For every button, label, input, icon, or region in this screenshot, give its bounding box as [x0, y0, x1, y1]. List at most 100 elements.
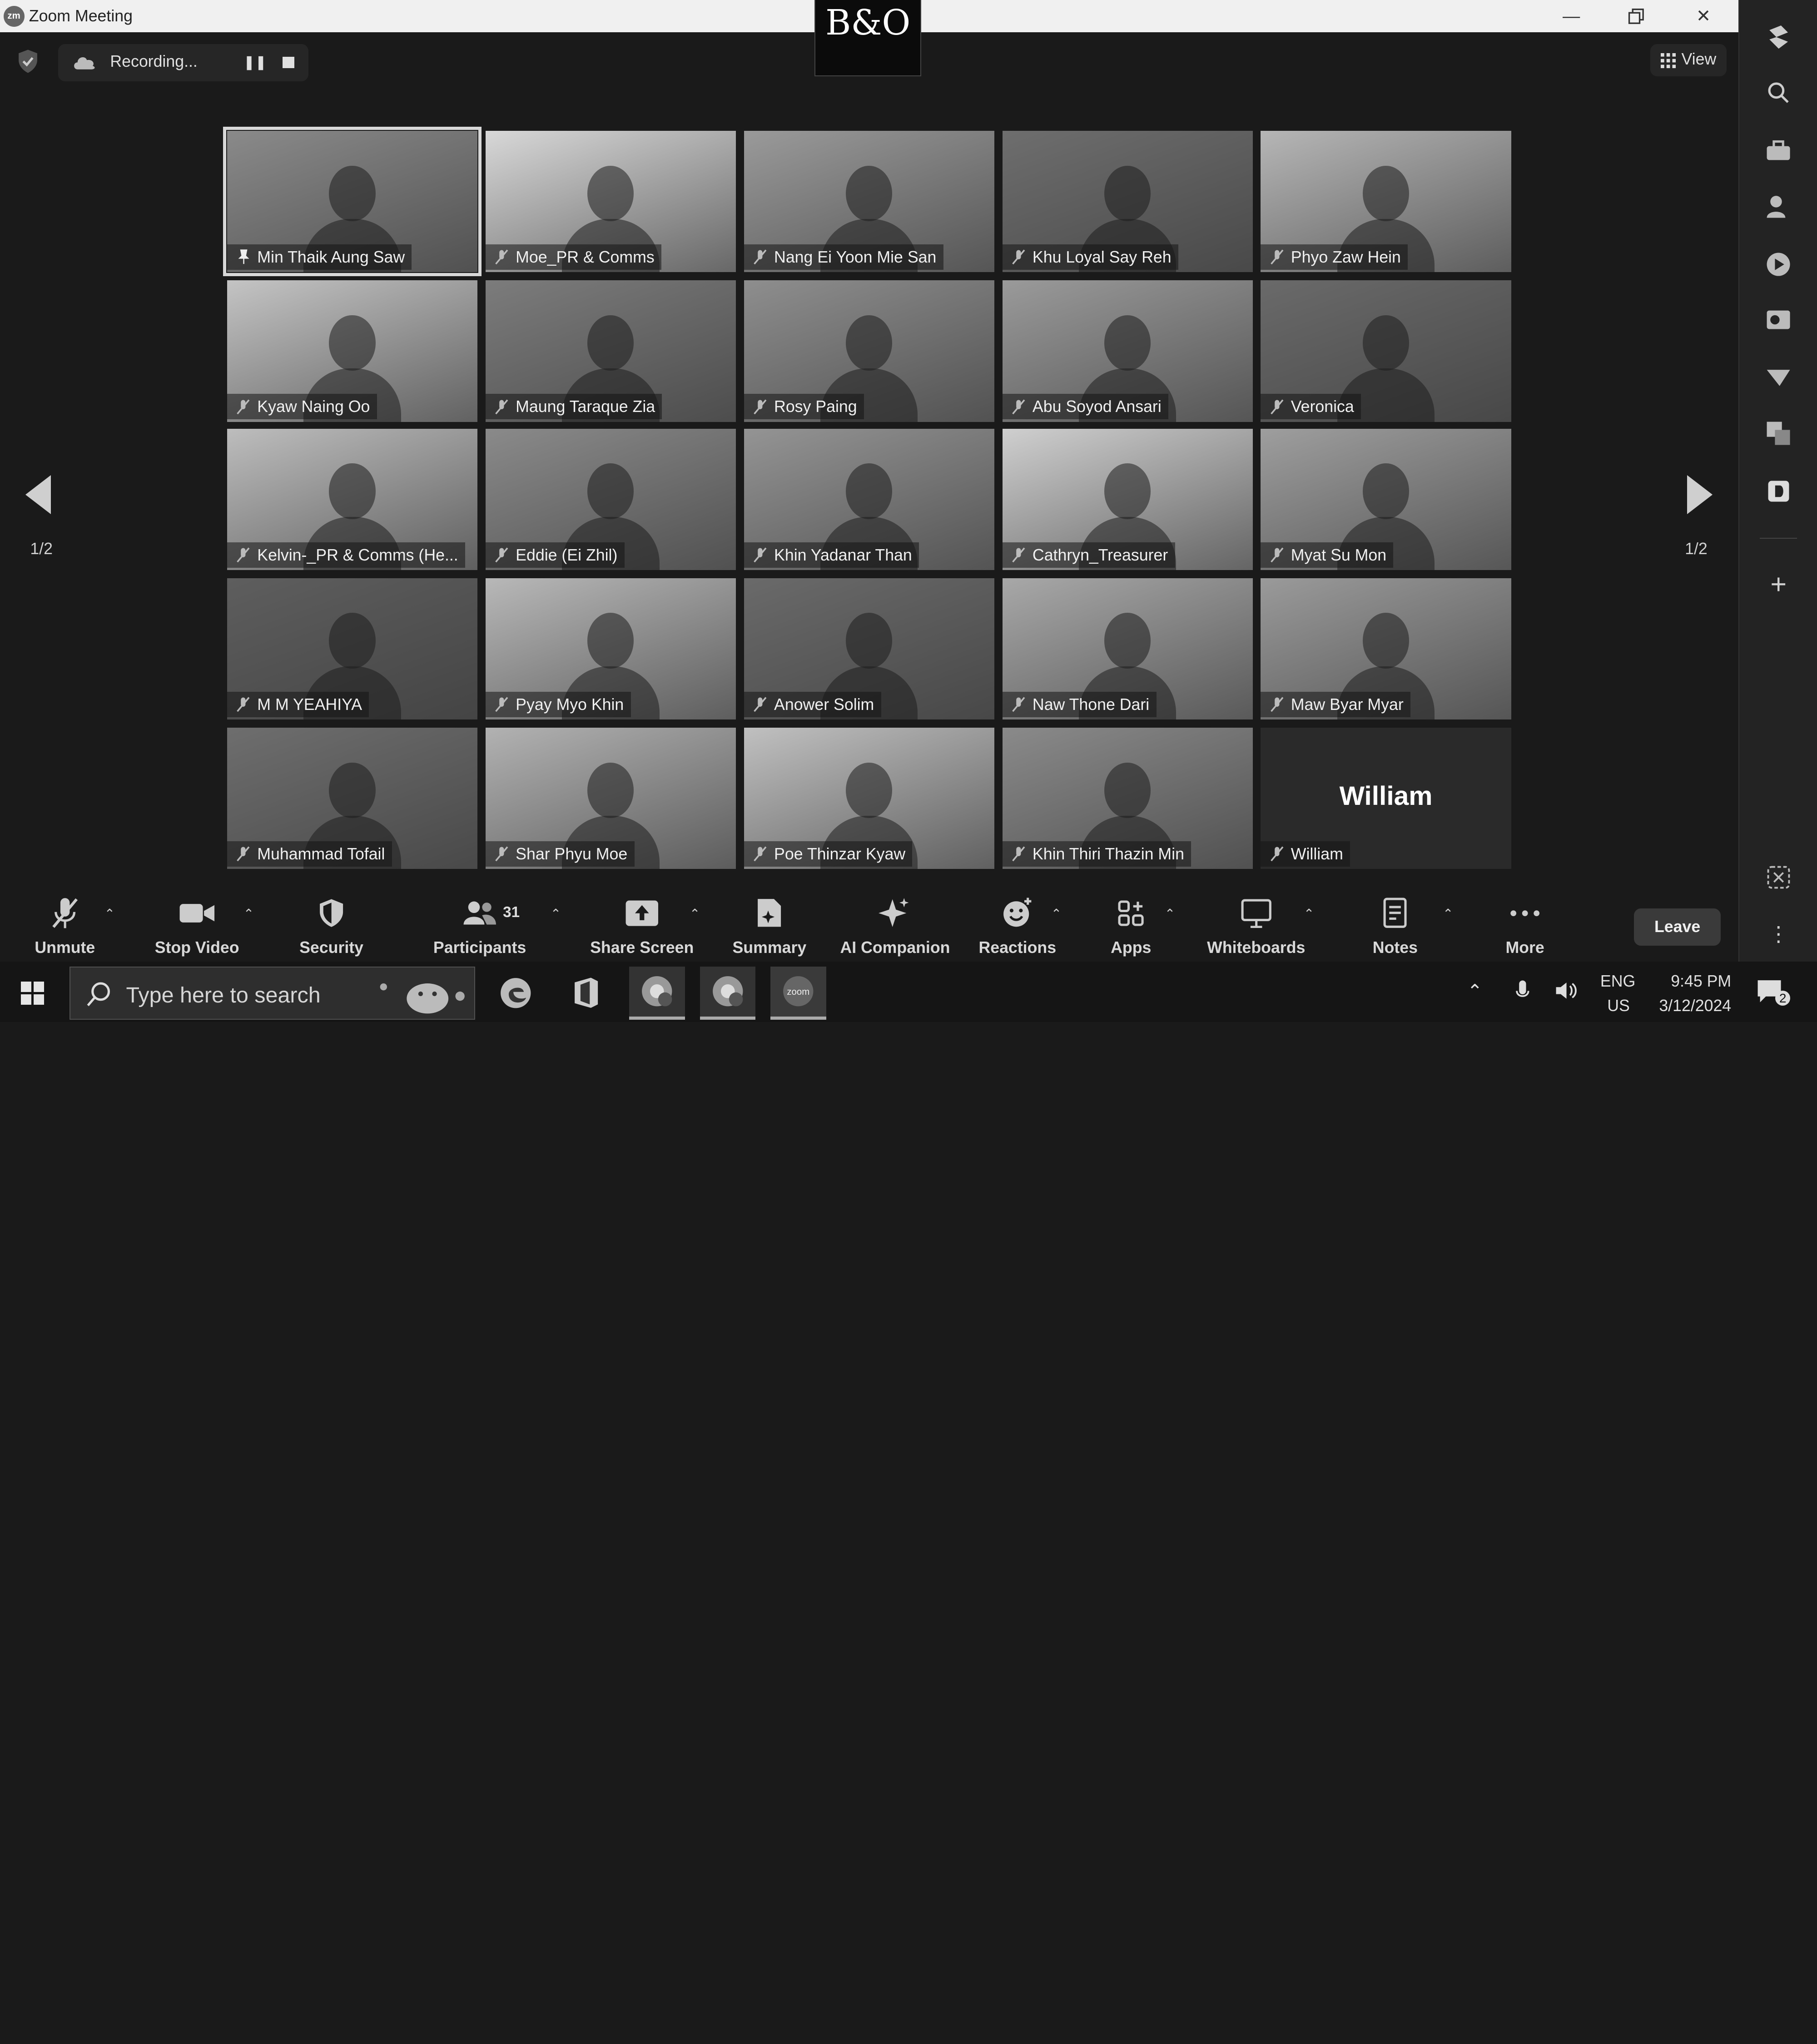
docs-icon[interactable] [1765, 477, 1792, 505]
participant-name: Min Thaik Aung Saw [227, 244, 412, 270]
participant-video-tile[interactable]: Khu Loyal Say Reh [1002, 131, 1253, 273]
search-icon[interactable] [1765, 79, 1792, 106]
whiteboards-button[interactable]: Whiteboards [1207, 890, 1305, 962]
participant-video-tile[interactable]: Moe_PR & Comms [485, 131, 736, 273]
notes-options-chevron-icon[interactable]: ⌃ [1443, 906, 1454, 921]
taskbar-edge-icon[interactable] [488, 967, 543, 1020]
volume-icon[interactable] [1555, 980, 1578, 1005]
reactions-button[interactable]: Reactions [978, 890, 1056, 962]
participant-silhouette [1104, 762, 1151, 818]
stop-video-button[interactable]: Stop Video [155, 890, 239, 962]
participant-video-tile[interactable]: Muhammad Tofail [227, 728, 477, 869]
participant-silhouette [1362, 315, 1409, 371]
participant-video-tile[interactable]: Pyay Myo Khin [485, 578, 736, 720]
apps-options-chevron-icon[interactable]: ⌃ [1165, 906, 1176, 921]
previous-page-button[interactable]: 1/2 [25, 475, 53, 558]
collapse-panel-icon[interactable] [1765, 863, 1792, 891]
add-app-icon[interactable]: + [1765, 569, 1792, 600]
participant-video-tile[interactable]: Veronica [1261, 280, 1511, 422]
participant-video-tile[interactable]: Min Thaik Aung Saw [223, 126, 482, 277]
stop-recording-icon[interactable] [283, 56, 294, 69]
encryption-shield-icon[interactable] [16, 49, 40, 74]
send-icon[interactable] [1765, 364, 1792, 392]
participant-video-tile[interactable]: Eddie (Ei Zhil) [485, 428, 736, 571]
svg-text:zoom: zoom [787, 987, 810, 997]
participant-silhouette [587, 613, 634, 669]
participant-video-tile[interactable]: Khin Yadanar Than [744, 428, 994, 571]
participant-video-tile[interactable]: Cathryn_Treasurer [1002, 428, 1253, 571]
outlook-icon[interactable] [1765, 306, 1792, 333]
participants-button[interactable]: Participants [433, 890, 526, 962]
participant-video-tile[interactable]: Myat Su Mon [1261, 428, 1511, 571]
leave-button[interactable]: Leave [1633, 908, 1721, 946]
participant-video-tile[interactable]: M M YEAHIYA [227, 578, 477, 720]
ai-companion-button[interactable]: AI Companion [840, 890, 950, 962]
recording-label: Recording... [110, 52, 198, 70]
next-page-button[interactable]: 1/2 [1685, 475, 1713, 558]
share-options-chevron-icon[interactable]: ⌃ [690, 906, 700, 921]
participant-video-tile[interactable]: Maw Byar Myar [1261, 578, 1511, 720]
share-screen-button[interactable]: Share Screen [590, 890, 694, 962]
summary-button[interactable]: Summary [732, 890, 806, 962]
show-hidden-icons-chevron-icon[interactable]: ⌃ [1467, 980, 1483, 1002]
taskbar-zoom-icon[interactable]: zoom [770, 966, 826, 1020]
whiteboards-options-chevron-icon[interactable]: ⌃ [1304, 906, 1315, 921]
participant-silhouette [1104, 463, 1151, 519]
restore-icon[interactable] [1619, 4, 1654, 29]
participant-silhouette [846, 613, 893, 669]
muted-mic-icon [754, 399, 767, 414]
participant-name: Poe Thinzar Kyaw [744, 841, 913, 867]
share-screen-icon [612, 897, 672, 929]
taskbar-chrome-profile-icon[interactable] [629, 966, 685, 1020]
zoom-workplace-icon[interactable] [1765, 23, 1792, 51]
reactions-options-chevron-icon[interactable]: ⌃ [1051, 906, 1062, 921]
minimize-icon[interactable]: — [1554, 4, 1589, 29]
participant-video-tile[interactable]: Khin Thiri Thazin Min [1002, 728, 1253, 869]
close-icon[interactable]: ✕ [1686, 4, 1721, 29]
participant-video-tile[interactable]: Maung Taraque Zia [485, 280, 736, 422]
muted-mic-icon [754, 697, 767, 712]
participant-video-tile[interactable]: Poe Thinzar Kyaw [744, 728, 994, 869]
participants-options-chevron-icon[interactable]: ⌃ [551, 906, 561, 921]
contacts-icon[interactable] [1765, 192, 1792, 220]
view-button[interactable]: View [1650, 44, 1727, 77]
taskbar-office-icon[interactable] [559, 967, 614, 1020]
muted-mic-icon [1012, 547, 1025, 563]
play-circle-icon[interactable] [1765, 250, 1792, 278]
participant-count: 31 [503, 903, 520, 921]
participant-video-tile[interactable]: Kelvin-_PR & Comms (He... [227, 428, 477, 571]
participant-video-tile[interactable]: Anower Solim [744, 578, 994, 720]
taskbar-search-box[interactable]: Type here to search [70, 966, 475, 1020]
participant-video-tile[interactable]: Phyo Zaw Hein [1261, 131, 1511, 273]
participant-video-tile[interactable]: William William [1261, 728, 1511, 869]
participant-name-text: Maw Byar Myar [1291, 695, 1404, 714]
participant-video-tile[interactable]: Rosy Paing [744, 280, 994, 422]
participant-video-tile[interactable]: Naw Thone Dari [1002, 578, 1253, 720]
participant-video-tile[interactable]: Abu Soyod Ansari [1002, 280, 1253, 422]
pause-recording-icon[interactable]: ❚❚ [243, 55, 267, 70]
microphone-tray-icon[interactable] [1514, 979, 1531, 1007]
more-vertical-icon[interactable]: ⋮ [1765, 920, 1792, 948]
audio-options-chevron-icon[interactable]: ⌃ [104, 906, 115, 921]
participant-name: Pyay Myo Khin [485, 691, 631, 718]
notification-center-icon[interactable]: 2 [1757, 978, 1791, 1010]
video-options-chevron-icon[interactable]: ⌃ [243, 906, 254, 921]
participant-video-tile[interactable]: Kyaw Naing Oo [227, 280, 477, 422]
taskbar-chrome-m-icon[interactable] [700, 966, 756, 1020]
participant-silhouette [1362, 165, 1409, 222]
security-button[interactable]: Security [299, 890, 363, 962]
unmute-button[interactable]: Unmute [35, 890, 95, 962]
windows-start-icon[interactable] [20, 981, 44, 1009]
translate-icon[interactable] [1765, 419, 1792, 447]
page-indicator-right: 1/2 [1685, 540, 1708, 558]
more-button[interactable]: More [1495, 890, 1555, 962]
participant-video-tile[interactable]: Nang Ei Yoon Mie San [744, 131, 994, 273]
language-indicator[interactable]: ENG US [1600, 972, 1635, 1015]
briefcase-icon[interactable] [1765, 137, 1792, 164]
apps-button[interactable]: Apps [1101, 890, 1161, 962]
clock[interactable]: 9:45 PM 3/12/2024 [1650, 972, 1731, 1015]
participant-name-text: Rosy Paing [774, 397, 857, 416]
notes-button[interactable]: Notes [1365, 890, 1425, 962]
participant-name-text: Kelvin-_PR & Comms (He... [257, 546, 458, 564]
participant-video-tile[interactable]: Shar Phyu Moe [485, 728, 736, 869]
